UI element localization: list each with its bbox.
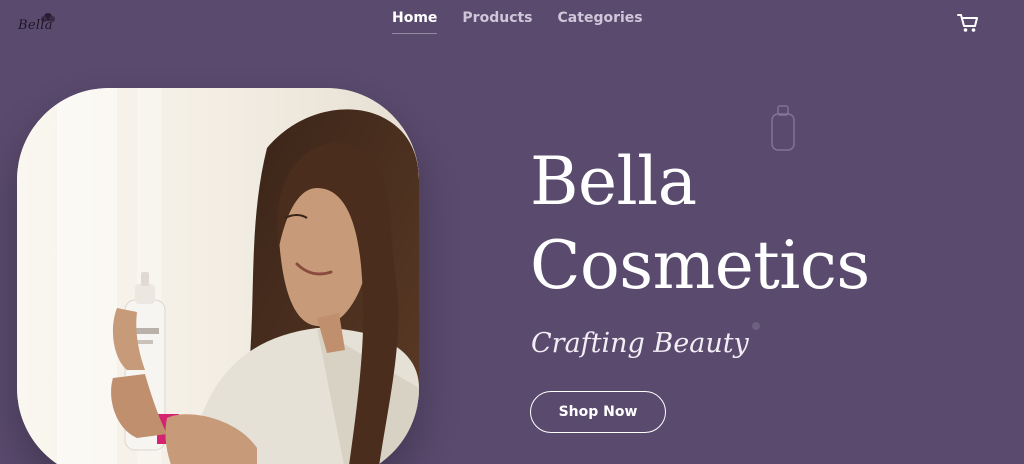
hero-image-illustration [17, 88, 419, 464]
main-nav: Home Products Categories [392, 10, 643, 34]
nav-link-home[interactable]: Home [392, 10, 438, 34]
nav-link-products[interactable]: Products [462, 10, 532, 34]
shop-now-button[interactable]: Shop Now [530, 391, 666, 433]
decorative-dot [752, 322, 760, 330]
brand-logo-text: Bella [18, 18, 53, 33]
hero-image [17, 88, 419, 464]
cart-icon [957, 14, 978, 32]
nav-link-categories[interactable]: Categories [558, 10, 643, 34]
hero-subtitle: Crafting Beauty [531, 328, 749, 359]
top-navbar: Bella Home Products Categories [0, 0, 1024, 40]
brand-logo[interactable]: Bella [16, 12, 66, 36]
cart-button[interactable] [956, 12, 980, 34]
hero-title: Bella Cosmetics [530, 143, 870, 304]
